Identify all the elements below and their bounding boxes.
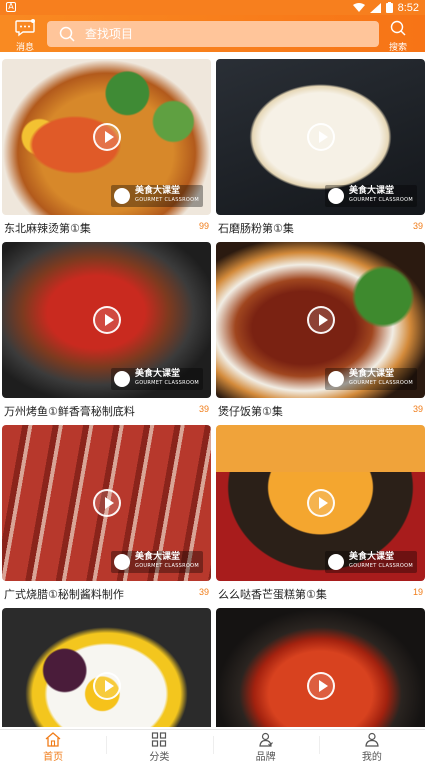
play-icon[interactable] [92,123,121,151]
tab-label: 我的 [361,752,382,763]
course-title: 广式烧腊①秘制酱料制作 [4,588,124,601]
course-card[interactable] [2,608,211,727]
play-icon[interactable] [92,306,121,334]
course-info: 东北麻辣烫第①集 99 [2,215,211,239]
search-bar[interactable] [47,21,379,47]
course-info: 广式烧腊①秘制酱料制作 39 [2,581,211,605]
search-icon [59,26,75,42]
course-count: 19 [412,587,423,597]
chef-logo-icon [328,188,345,204]
play-icon[interactable] [92,489,121,517]
tab-home[interactable]: 首页 [0,730,106,763]
brand-watermark: 美食大课堂 GOURMET CLASSROOM [325,185,417,207]
user-icon [365,732,379,747]
brand-watermark: 美食大课堂 GOURMET CLASSROOM [325,368,417,390]
course-count: 39 [198,404,209,414]
search-input[interactable] [85,21,365,47]
search-icon [390,20,406,36]
tab-category[interactable]: 分类 [106,730,212,763]
status-bar: A 8:52 [0,0,425,15]
chef-logo-icon [328,371,345,387]
home-icon [45,732,61,747]
course-thumbnail[interactable]: 美食大课堂 GOURMET CLASSROOM [216,59,425,215]
tab-mine[interactable]: 我的 [318,730,425,763]
play-icon[interactable] [306,672,335,700]
status-right: 8:52 [352,0,419,15]
message-label: 消息 [15,43,34,53]
course-info: 煲仔饭第①集 39 [216,398,425,422]
course-info: 石磨肠粉第①集 39 [216,215,425,239]
brand-watermark: 美食大课堂 GOURMET CLASSROOM [111,551,203,573]
course-title: 万州烤鱼①鲜香膏秘制底料 [4,405,135,418]
course-thumbnail[interactable] [2,608,211,727]
course-count: 39 [412,404,423,414]
course-card[interactable] [216,608,425,727]
course-card[interactable]: 美食大课堂 GOURMET CLASSROOM 么么哒香芒蛋糕第①集 19 [216,425,425,605]
course-info: 么么哒香芒蛋糕第①集 19 [216,581,425,605]
chef-logo-icon [328,554,345,570]
course-card[interactable]: 美食大课堂 GOURMET CLASSROOM 煲仔饭第①集 39 [216,242,425,422]
status-time: 8:52 [397,1,419,14]
search-button[interactable]: 搜索 [383,18,413,53]
course-title: 石磨肠粉第①集 [218,222,294,235]
play-icon[interactable] [306,123,335,151]
brand-watermark: 美食大课堂 GOURMET CLASSROOM [111,185,203,207]
brand-icon [258,732,273,747]
header: 消息 搜索 [0,15,425,53]
course-title: 东北麻辣烫第①集 [4,222,91,235]
app-indicator-icon: A [6,2,16,12]
course-thumbnail[interactable]: 美食大课堂 GOURMET CLASSROOM [216,242,425,398]
signal-icon [369,2,381,13]
course-thumbnail[interactable]: 美食大课堂 GOURMET CLASSROOM [216,425,425,581]
course-count: 99 [198,221,209,231]
course-card[interactable]: 美食大课堂 GOURMET CLASSROOM 东北麻辣烫第①集 99 [2,59,211,239]
course-count: 39 [412,221,423,231]
course-grid: 美食大课堂 GOURMET CLASSROOM 东北麻辣烫第①集 99 美食大课… [0,57,425,727]
brand-watermark: 美食大课堂 GOURMET CLASSROOM [111,368,203,390]
play-icon[interactable] [306,489,335,517]
course-thumbnail[interactable]: 美食大课堂 GOURMET CLASSROOM [2,425,211,581]
course-thumbnail[interactable]: 美食大课堂 GOURMET CLASSROOM [2,59,211,215]
message-button[interactable]: 消息 [10,18,40,53]
bottom-tab-bar: 首页 分类 品牌 我的 [0,729,425,763]
brand-watermark: 美食大课堂 GOURMET CLASSROOM [325,551,417,573]
battery-icon [385,2,393,13]
course-card[interactable]: 美食大课堂 GOURMET CLASSROOM 石磨肠粉第①集 39 [216,59,425,239]
tab-brand[interactable]: 品牌 [212,730,319,763]
chef-logo-icon [114,554,131,570]
play-icon[interactable] [306,306,335,334]
course-title: 么么哒香芒蛋糕第①集 [218,588,327,601]
wifi-icon [352,2,365,12]
course-count: 39 [198,587,209,597]
course-card[interactable]: 美食大课堂 GOURMET CLASSROOM 万州烤鱼①鲜香膏秘制底料 39 [2,242,211,422]
search-label: 搜索 [388,43,407,53]
grid-icon [152,732,167,747]
chef-logo-icon [114,371,131,387]
tab-label: 分类 [149,752,170,763]
tab-label: 首页 [43,752,64,763]
course-title: 煲仔饭第①集 [218,405,283,418]
course-thumbnail[interactable]: 美食大课堂 GOURMET CLASSROOM [2,242,211,398]
chat-bubble-icon [15,19,35,37]
course-thumbnail[interactable] [216,608,425,727]
chef-logo-icon [114,188,131,204]
course-card[interactable]: 美食大课堂 GOURMET CLASSROOM 广式烧腊①秘制酱料制作 39 [2,425,211,605]
play-icon[interactable] [92,672,121,700]
tab-label: 品牌 [255,752,276,763]
course-info: 万州烤鱼①鲜香膏秘制底料 39 [2,398,211,422]
